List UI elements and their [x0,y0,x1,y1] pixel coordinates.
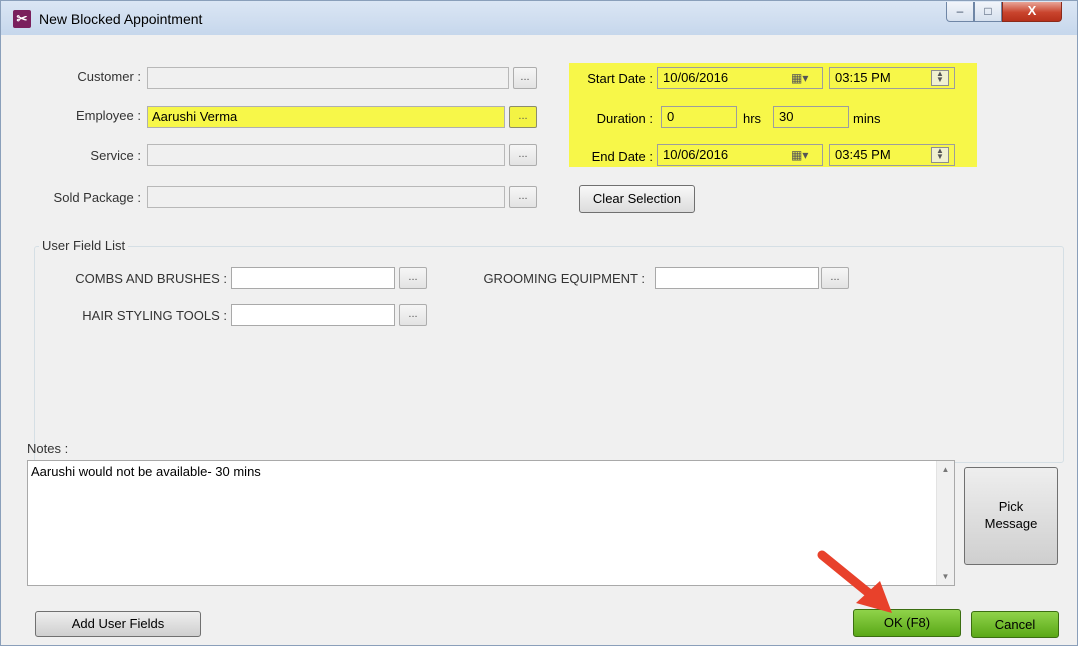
customer-field[interactable] [147,67,509,89]
add-user-fields-button[interactable]: Add User Fields [35,611,201,637]
hair-styling-tools-label: HAIR STYLING TOOLS : [82,308,227,323]
dialog-window: ✂ New Blocked Appointment – □ X Customer… [0,0,1078,646]
annotation-arrow-icon [817,550,892,613]
combs-browse-button[interactable]: ... [399,267,427,289]
notes-text: Aarushi would not be available- 30 mins [31,464,261,479]
scroll-up-icon[interactable]: ▲ [937,465,954,474]
service-label: Service : [90,148,141,163]
scroll-down-icon[interactable]: ▼ [937,572,954,581]
maximize-button[interactable]: □ [974,2,1002,22]
notes-label: Notes : [27,441,69,456]
hrs-label: hrs [743,111,762,126]
window-title: New Blocked Appointment [39,11,203,27]
service-browse-button[interactable]: ... [509,144,537,166]
grooming-equipment-label: GROOMING EQUIPMENT : [483,271,645,286]
pick-message-button[interactable]: Pick Message [964,467,1058,565]
dialog-body: Customer : ... Employee : Aarushi Verma … [9,35,1071,639]
cancel-button[interactable]: Cancel [971,611,1059,638]
sold-package-field[interactable] [147,186,505,208]
hair-styling-tools-field[interactable] [231,304,395,326]
employee-label: Employee : [75,108,141,123]
start-date-label: Start Date : [587,71,653,86]
clear-selection-button[interactable]: Clear Selection [579,185,695,213]
grooming-equipment-field[interactable] [655,267,819,289]
customer-browse-button[interactable]: ... [513,67,537,89]
close-button[interactable]: X [1002,2,1062,22]
grooming-browse-button[interactable]: ... [821,267,849,289]
start-time-spinner[interactable]: ▲ ▼ [931,70,949,86]
notes-scrollbar[interactable]: ▲ ▼ [936,461,954,585]
duration-minutes-field[interactable]: 30 [773,106,849,128]
duration-hours-field[interactable]: 0 [661,106,737,128]
hair-styling-browse-button[interactable]: ... [399,304,427,326]
minimize-button[interactable]: – [946,2,974,22]
mins-label: mins [853,111,881,126]
user-field-list-title: User Field List [39,238,129,253]
employee-field[interactable]: Aarushi Verma [147,106,505,128]
customer-label: Customer : [77,69,141,84]
duration-label: Duration : [596,111,653,126]
sold-package-label: Sold Package : [53,190,141,205]
end-time-spinner[interactable]: ▲ ▼ [931,147,949,163]
combs-and-brushes-label: COMBS AND BRUSHES : [75,271,227,286]
title-bar: ✂ New Blocked Appointment – □ X [1,1,1077,35]
employee-browse-button[interactable]: ... [509,106,537,128]
service-field[interactable] [147,144,505,166]
scissors-app-icon: ✂ [13,10,31,28]
sold-package-browse-button[interactable]: ... [509,186,537,208]
combs-and-brushes-field[interactable] [231,267,395,289]
end-date-label: End Date : [591,149,653,164]
end-calendar-icon[interactable]: ▦▾ [791,148,808,162]
start-calendar-icon[interactable]: ▦▾ [791,71,808,85]
